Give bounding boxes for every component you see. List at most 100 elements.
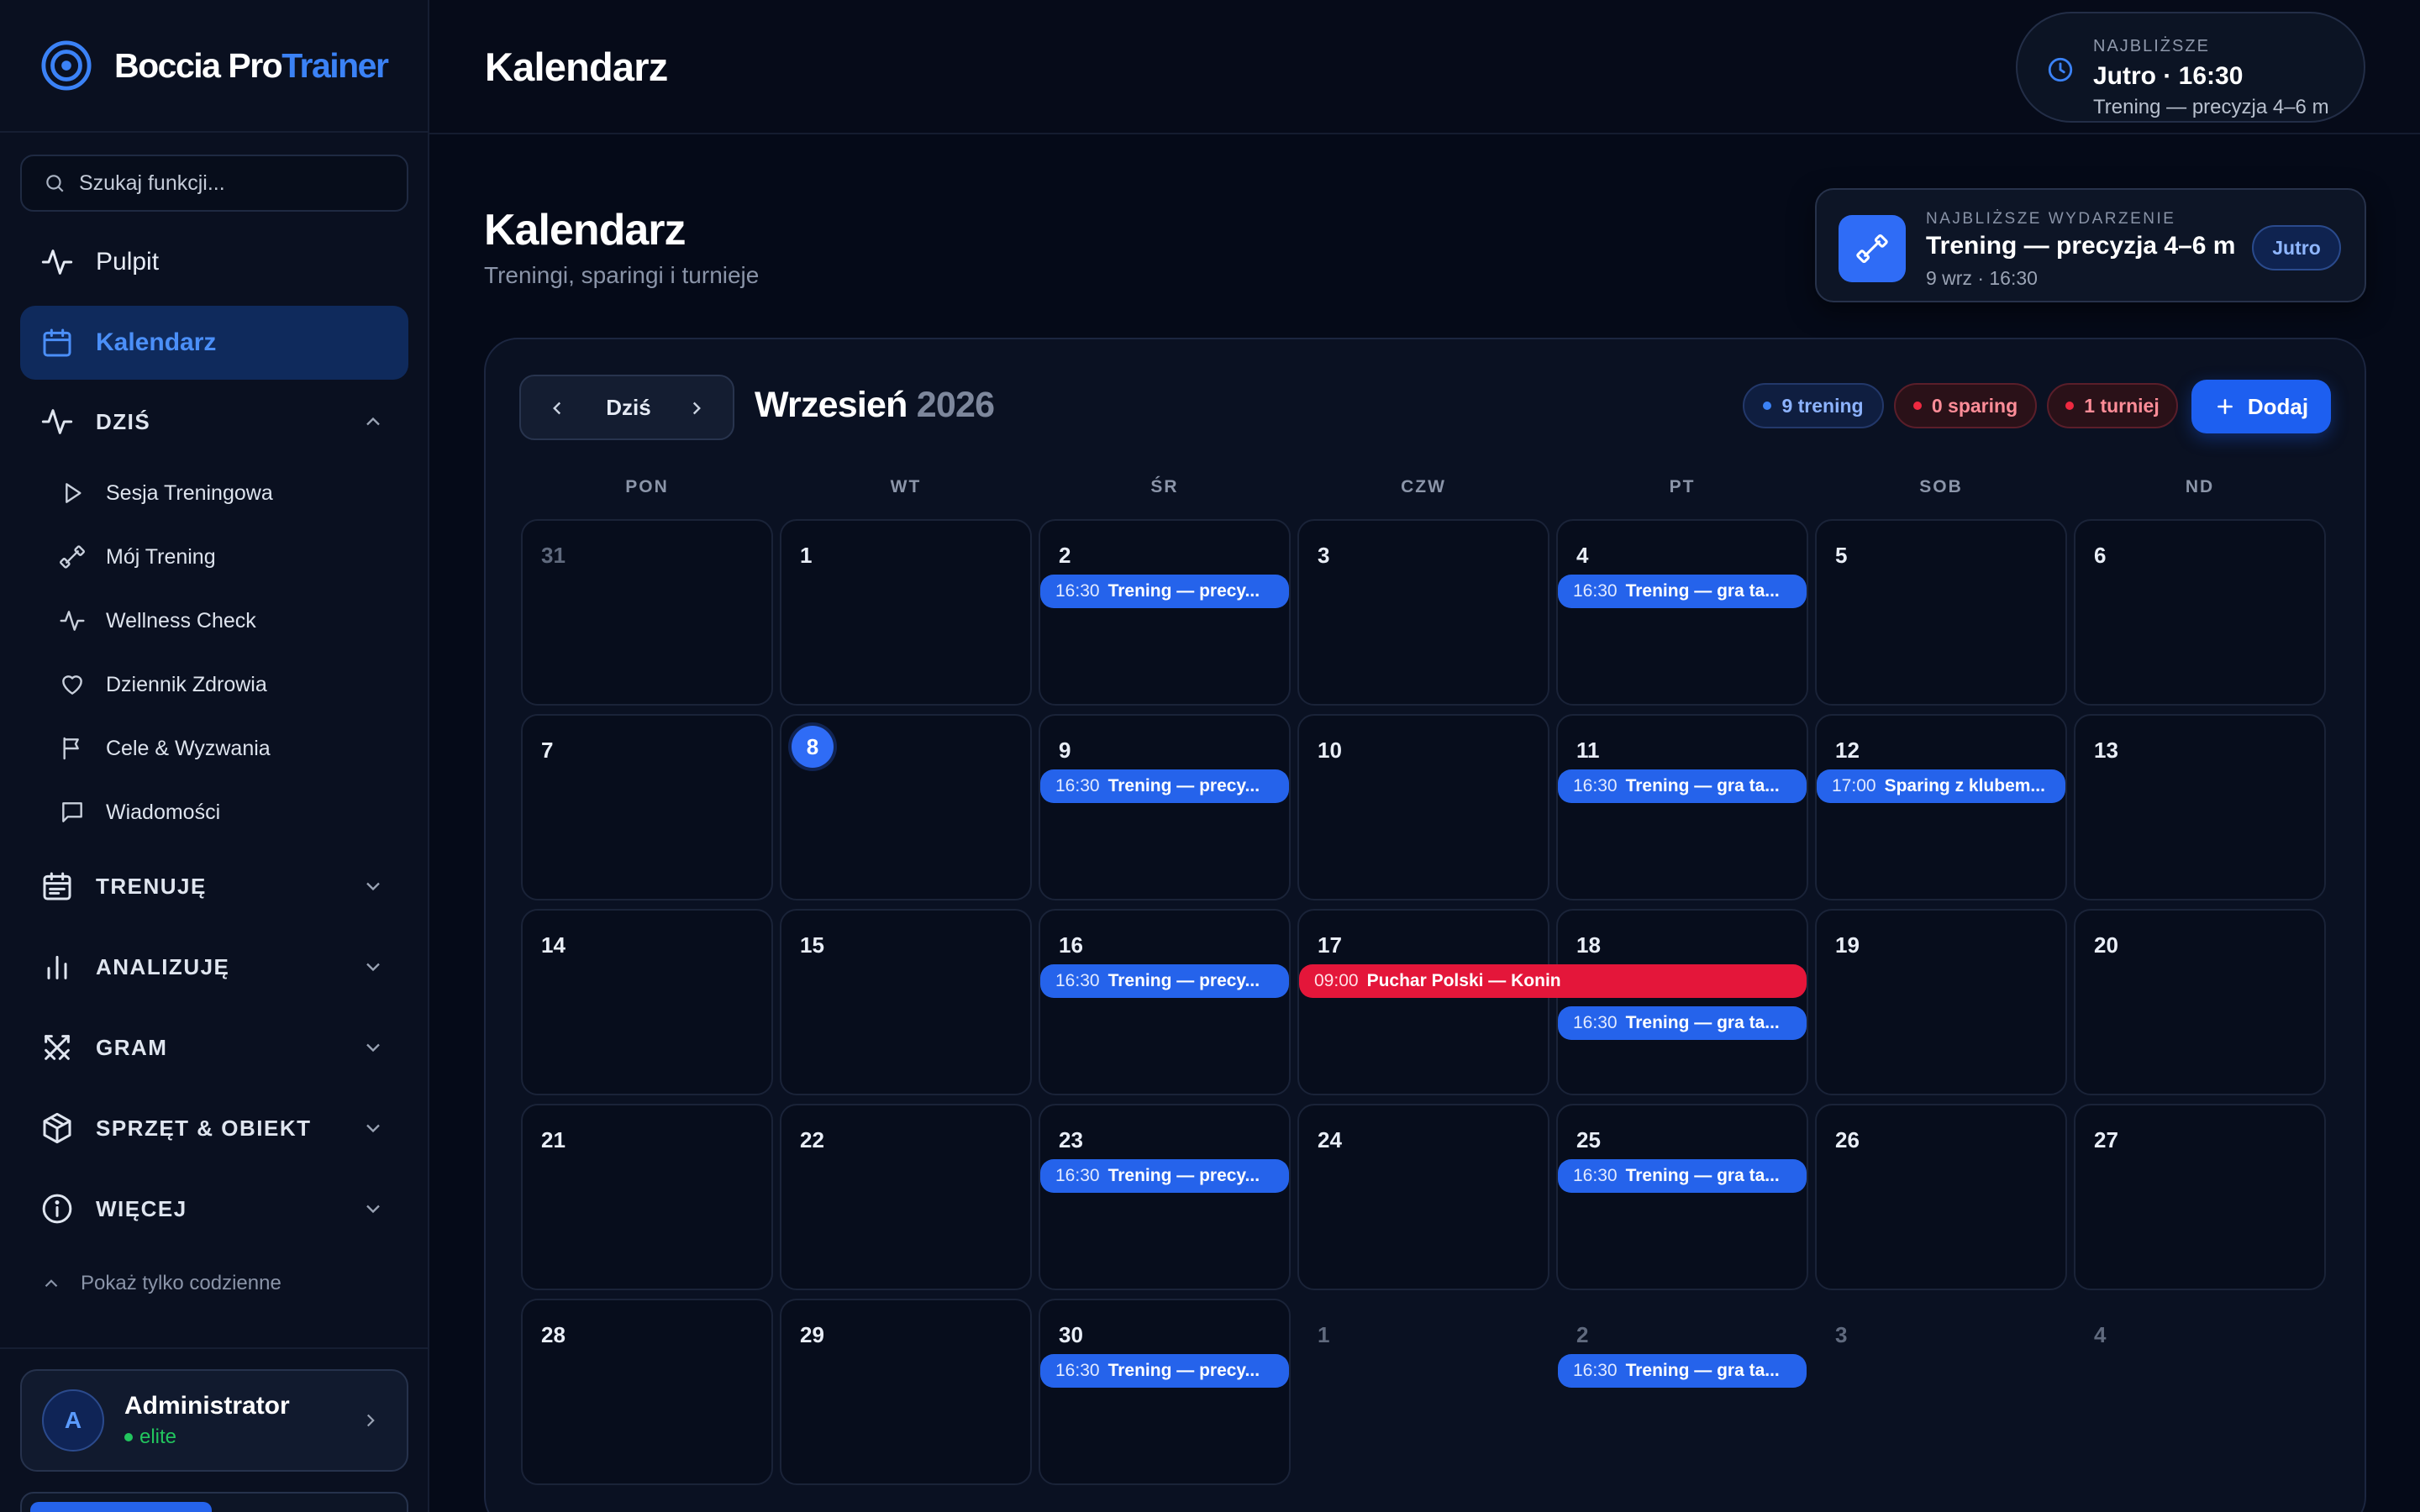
nav-kalendarz[interactable]: Kalendarz — [20, 306, 408, 380]
training-event[interactable]: 16:30 Trening — precy... — [1040, 1159, 1289, 1193]
day-cell[interactable]: 25 — [1556, 1104, 1808, 1290]
event-title: Trening — gra ta... — [1625, 581, 1780, 601]
training-event[interactable]: 16:30 Trening — precy... — [1040, 769, 1289, 803]
day-cell[interactable]: 5 — [1815, 519, 2067, 706]
event-time: 16:30 — [1573, 1013, 1618, 1032]
status-dot — [124, 1433, 133, 1441]
info-icon — [42, 1194, 72, 1224]
day-cell[interactable]: 2 — [1039, 519, 1291, 706]
user-card[interactable]: A Administrator elite — [20, 1369, 408, 1472]
event-title: Trening — precy... — [1107, 1166, 1260, 1185]
tournament-event[interactable]: 09:00 Puchar Polski — Konin — [1299, 964, 1807, 998]
next-event-date: 9 wrz · 16:30 — [1926, 267, 2038, 289]
day-cell[interactable]: 1 — [1297, 1299, 1549, 1485]
section-trenuje[interactable]: TRENUJĘ — [20, 853, 408, 920]
filter-chip-sparing[interactable]: 0 sparing — [1894, 383, 2037, 428]
training-event[interactable]: 16:30 Trening — gra ta... — [1558, 575, 1807, 608]
sidebar-item-sesja[interactable]: Sesja Treningowa — [59, 468, 412, 518]
day-cell[interactable]: 21 — [521, 1104, 773, 1290]
filter-chip-tournament[interactable]: 1 turniej — [2047, 383, 2178, 428]
add-event-button[interactable]: Dodaj — [2191, 380, 2331, 433]
day-cell[interactable]: 23 — [1039, 1104, 1291, 1290]
day-number: 28 — [541, 1322, 566, 1347]
section-gram[interactable]: GRAM — [20, 1014, 408, 1081]
training-event[interactable]: 17:00 Sparing z klubem... — [1817, 769, 2065, 803]
day-cell[interactable]: 24 — [1297, 1104, 1549, 1290]
day-cell[interactable]: 13 — [2074, 714, 2326, 900]
chip-dot — [1763, 402, 1772, 410]
training-event[interactable]: 16:30 Trening — gra ta... — [1558, 1354, 1807, 1388]
day-cell[interactable]: 15 — [780, 909, 1032, 1095]
sidebar-bottom-control[interactable] — [20, 1492, 408, 1512]
sidebar-item-wellness[interactable]: Wellness Check — [59, 596, 412, 646]
training-event[interactable]: 16:30 Trening — precy... — [1040, 575, 1289, 608]
day-cell[interactable]: 22 — [780, 1104, 1032, 1290]
day-cell[interactable]: 28 — [521, 1299, 773, 1485]
plus-icon — [2217, 399, 2233, 414]
section-label: GRAM — [96, 1034, 168, 1060]
day-cell[interactable]: 30 — [1039, 1299, 1291, 1485]
day-number: 12 — [1835, 738, 1860, 763]
section-sprzet[interactable]: SPRZĘT & OBIEKT — [20, 1095, 408, 1162]
box-icon — [43, 1112, 71, 1144]
logo[interactable]: Boccia ProTrainer — [0, 0, 428, 133]
day-cell[interactable]: 11 — [1556, 714, 1808, 900]
day-cell[interactable]: 6 — [2074, 519, 2326, 706]
sidebar-item-cele[interactable]: Cele & Wyzwania — [59, 723, 412, 774]
day-number: 15 — [800, 932, 824, 958]
sidebar-item-dziennik[interactable]: Dziennik Zdrowia — [59, 659, 412, 710]
next-event-card[interactable]: NAJBLIŻSZE WYDARZENIE Trening — precyzja… — [1815, 188, 2366, 302]
next-up-pill[interactable]: NAJBLIŻSZE Jutro · 16:30 Trening — precy… — [2016, 12, 2365, 123]
day-cell[interactable]: 8 — [780, 714, 1032, 900]
day-cell[interactable]: 3 — [1815, 1299, 2067, 1485]
day-cell[interactable]: 9 — [1039, 714, 1291, 900]
search-input[interactable] — [79, 171, 398, 196]
day-cell[interactable]: 17 — [1297, 909, 1549, 1095]
day-cell[interactable]: 12 — [1815, 714, 2067, 900]
filter-chip-training[interactable]: 9 trening — [1743, 383, 1884, 428]
event-time: 16:30 — [1055, 971, 1100, 990]
next-event-tag: Jutro — [2252, 225, 2341, 270]
day-cell[interactable]: 2 — [1556, 1299, 1808, 1485]
day-cell[interactable]: 31 — [521, 519, 773, 706]
show-daily-toggle[interactable]: Pokaż tylko codzienne — [40, 1267, 281, 1300]
day-cell[interactable]: 3 — [1297, 519, 1549, 706]
training-event[interactable]: 16:30 Trening — gra ta... — [1558, 1006, 1807, 1040]
day-cell[interactable]: 7 — [521, 714, 773, 900]
day-number: 18 — [1576, 932, 1601, 958]
next-up-label: NAJBLIŻSZE — [2093, 37, 2210, 55]
day-cell[interactable]: 1 — [780, 519, 1032, 706]
swords-icon — [45, 1035, 70, 1060]
training-event[interactable]: 16:30 Trening — precy... — [1040, 964, 1289, 998]
day-number: 14 — [541, 932, 566, 958]
nav-pulpit[interactable]: Pulpit — [20, 225, 408, 299]
today-day-number: 8 — [792, 726, 834, 768]
day-cell[interactable]: 18 — [1556, 909, 1808, 1095]
day-number: 13 — [2094, 738, 2118, 763]
day-cell[interactable]: 20 — [2074, 909, 2326, 1095]
avatar: A — [42, 1389, 104, 1452]
chevron-right-icon[interactable] — [686, 397, 708, 419]
event-time: 16:30 — [1573, 1361, 1618, 1380]
training-event[interactable]: 16:30 Trening — precy... — [1040, 1354, 1289, 1388]
sidebar-item-moj-trening[interactable]: Mój Trening — [59, 532, 412, 582]
day-cell[interactable]: 29 — [780, 1299, 1032, 1485]
training-event[interactable]: 16:30 Trening — gra ta... — [1558, 769, 1807, 803]
section-analizuje[interactable]: ANALIZUJĘ — [20, 933, 408, 1000]
search-box[interactable] — [20, 155, 408, 212]
topbar: Kalendarz NAJBLIŻSZE Jutro · 16:30 Treni… — [429, 0, 2420, 134]
day-cell[interactable]: 26 — [1815, 1104, 2067, 1290]
day-cell[interactable]: 4 — [2074, 1299, 2326, 1485]
chip-dot — [1912, 402, 1922, 410]
day-cell[interactable]: 19 — [1815, 909, 2067, 1095]
event-title: Trening — precy... — [1107, 971, 1260, 990]
training-event[interactable]: 16:30 Trening — gra ta... — [1558, 1159, 1807, 1193]
sidebar-item-wiadomosci[interactable]: Wiadomości — [59, 787, 412, 837]
day-cell[interactable]: 4 — [1556, 519, 1808, 706]
day-cell[interactable]: 16 — [1039, 909, 1291, 1095]
day-cell[interactable]: 10 — [1297, 714, 1549, 900]
day-cell[interactable]: 14 — [521, 909, 773, 1095]
section-wiecej[interactable]: WIĘCEJ — [20, 1175, 408, 1242]
day-cell[interactable]: 27 — [2074, 1104, 2326, 1290]
section-dzis[interactable]: DZIŚ — [20, 388, 408, 455]
